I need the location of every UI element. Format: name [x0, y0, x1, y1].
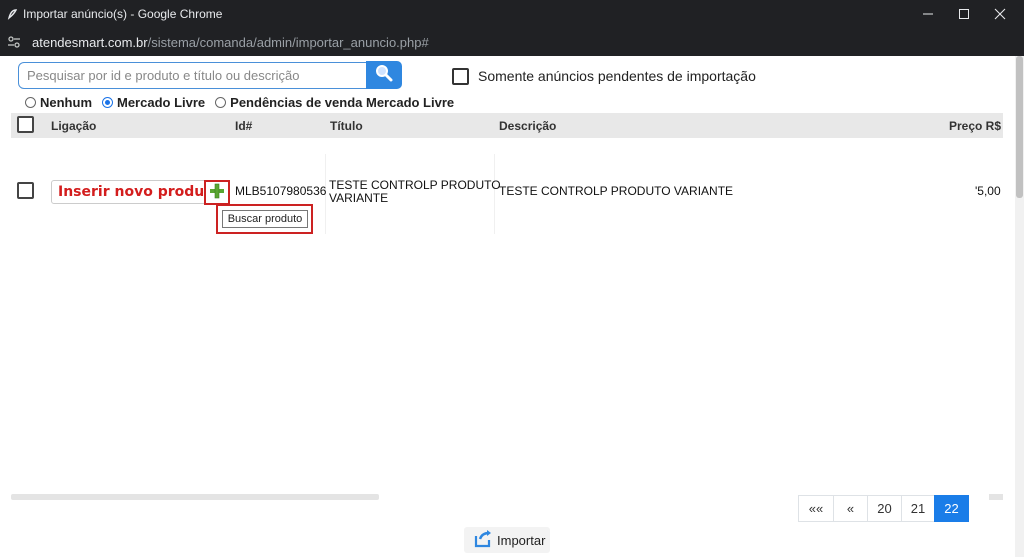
header-descricao[interactable]: Descrição	[499, 119, 556, 133]
header-preco[interactable]: Preço R$	[949, 119, 1001, 133]
import-icon	[473, 529, 493, 551]
url-path: /sistema/comanda/admin/importar_anuncio.…	[147, 34, 429, 50]
cell-preco: '5,00	[975, 184, 1001, 198]
header-id[interactable]: Id#	[235, 119, 252, 133]
select-all-checkbox[interactable]	[17, 116, 34, 133]
search-product-button[interactable]	[204, 180, 230, 205]
source-radio-group: Nenhum Mercado Livre Pendências de venda…	[25, 94, 464, 110]
table-header: Ligação Id# Título Descrição Preço R$	[11, 113, 1003, 138]
url-host: atendesmart.com.br	[32, 34, 148, 50]
horizontal-scrollbar[interactable]	[11, 494, 379, 500]
cell-id: MLB5107980536	[235, 184, 327, 198]
radio-label: Mercado Livre	[117, 94, 206, 110]
vertical-scrollbar[interactable]	[1015, 56, 1024, 557]
tooltip-highlight: Buscar produto	[216, 204, 313, 234]
window-title: Importar anúncio(s) - Google Chrome	[23, 7, 223, 21]
row-checkbox[interactable]	[17, 182, 34, 199]
tooltip: Buscar produto	[222, 210, 308, 228]
insert-new-product-button[interactable]: Inserir novo produt	[51, 180, 211, 204]
radio-label: Nenhum	[40, 94, 92, 110]
page-22-active[interactable]: 22	[934, 495, 969, 522]
import-label: Importar	[497, 532, 546, 548]
horizontal-scrollbar-end[interactable]	[989, 494, 1003, 500]
import-button[interactable]: Importar	[464, 527, 550, 553]
search-input[interactable]: Pesquisar por id e produto e título ou d…	[18, 62, 367, 89]
header-titulo[interactable]: Título	[330, 119, 363, 133]
vertical-scrollbar-thumb[interactable]	[1016, 56, 1023, 198]
address-bar[interactable]: atendesmart.com.br /sistema/comanda/admi…	[0, 28, 1024, 56]
pending-only-checkbox[interactable]	[452, 68, 469, 85]
search-icon	[374, 63, 394, 88]
radio-button[interactable]	[25, 96, 36, 108]
page-content: Pesquisar por id e produto e título ou d…	[0, 56, 1024, 557]
page-20[interactable]: 20	[867, 495, 902, 522]
pending-only-label: Somente anúncios pendentes de importação	[478, 68, 756, 84]
radio-nenhum[interactable]: Nenhum	[25, 95, 92, 110]
radio-label: Pendências de venda Mercado Livre	[230, 94, 455, 110]
search-button[interactable]	[366, 61, 402, 89]
cell-titulo-line2: VARIANTE	[329, 191, 389, 205]
plus-icon	[209, 183, 225, 202]
radio-button[interactable]	[215, 96, 227, 108]
minimize-icon[interactable]	[910, 0, 946, 28]
radio-pendencias[interactable]: Pendências de venda Mercado Livre	[215, 95, 454, 110]
maximize-icon[interactable]	[946, 0, 982, 28]
page-prev[interactable]: «	[833, 495, 868, 522]
window-titlebar: Importar anúncio(s) - Google Chrome	[0, 0, 1024, 28]
page-first[interactable]: ««	[798, 495, 834, 522]
header-ligacao[interactable]: Ligação	[51, 119, 96, 133]
close-icon[interactable]	[982, 0, 1018, 28]
pagination: «« « 20 21 22	[798, 495, 969, 522]
app-icon	[6, 8, 18, 20]
page-21[interactable]: 21	[901, 495, 935, 522]
cell-descricao: TESTE CONTROLP PRODUTO VARIANTE	[499, 184, 734, 198]
radio-mercado-livre[interactable]: Mercado Livre	[102, 95, 205, 110]
radio-button-selected[interactable]	[102, 96, 113, 108]
column-divider	[494, 154, 495, 234]
cell-titulo-line1: TESTE CONTROLP PRODUTO	[329, 178, 501, 192]
site-settings-icon[interactable]	[6, 34, 22, 50]
table-row: Inserir novo produt Buscar produto MLB51…	[11, 140, 1003, 236]
